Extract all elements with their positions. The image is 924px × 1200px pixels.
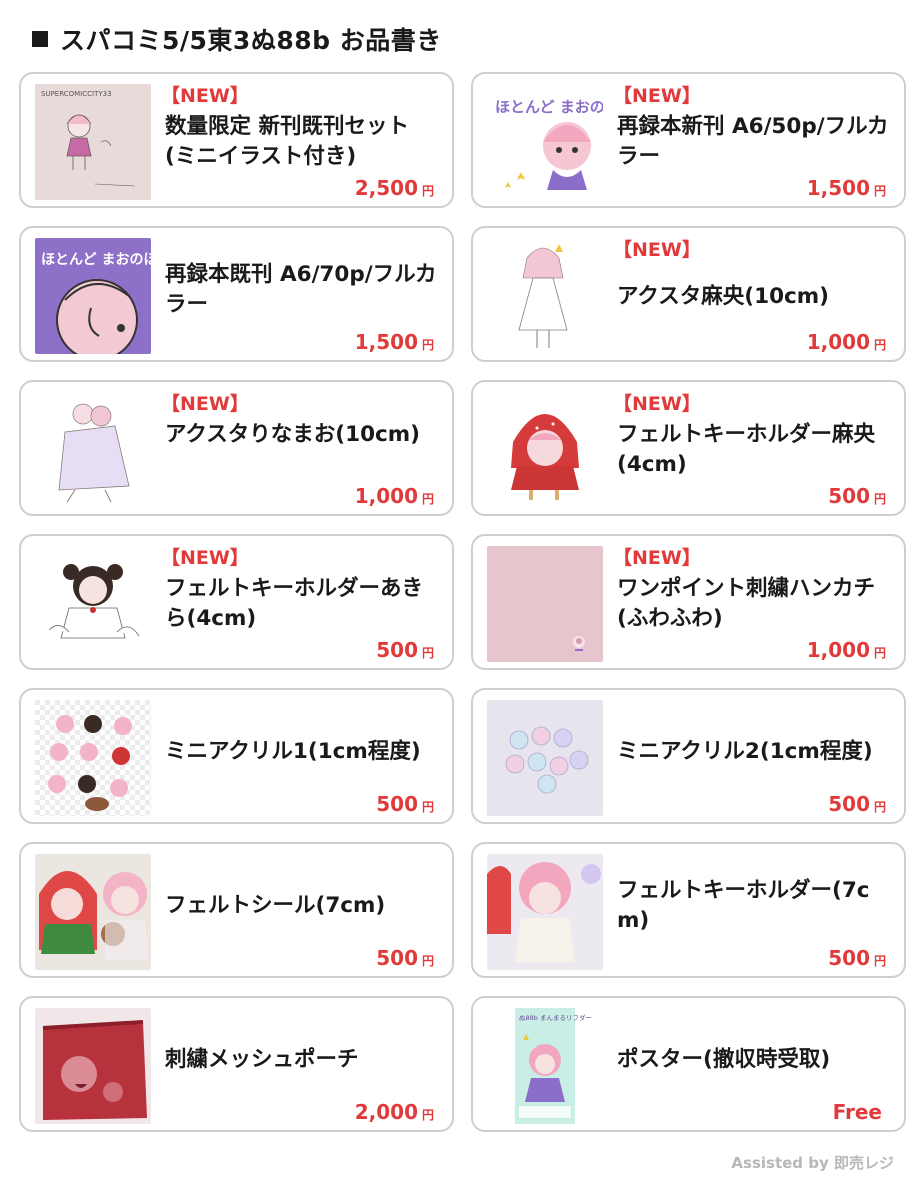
item-card[interactable]: ほとんど まおのほん 【NEW】 再録本新刊 A6/50p/フルカラー 1,50… [471,72,906,208]
yen-unit: 円 [421,800,434,814]
item-name: フェルトシール(7cm) [165,893,386,918]
item-name: アクスタりなまお(10cm) [165,422,421,447]
new-badge: 【NEW】 [161,547,249,569]
item-name: ミニアクリル1(1cm程度) [165,739,421,764]
price-value: 2,000 [354,1100,418,1124]
item-card[interactable]: フェルトキーホルダー(7cm) 500 円 [471,842,906,978]
acrylic-stand-rinamao-image [35,392,151,508]
mesh-pouch-image [35,1008,151,1124]
item-price: 500 円 [376,792,434,816]
book-cover-old-image: ほとんど まおのほん [35,238,151,354]
yen-unit: 円 [421,1108,434,1122]
item-name: フェルトキーホルダーあきら(4cm) [165,576,424,631]
item-card[interactable]: 【NEW】 アクスタ麻央(10cm) 1,000 円 [471,226,906,362]
svg-text:SUPERCOMICCITY33: SUPERCOMICCITY33 [41,90,112,98]
price-value: 500 [376,946,418,970]
item-name: フェルトキーホルダー麻央(4cm) [617,422,876,477]
new-badge: 【NEW】 [613,547,701,569]
item-card[interactable]: 【NEW】 フェルトキーホルダー麻央(4cm) 500 円 [471,380,906,516]
item-price: 1,000 円 [807,638,886,662]
item-price: Free [833,1100,886,1124]
item-card[interactable]: 【NEW】 ワンポイント刺繍ハンカチ(ふわふわ) 1,000 円 [471,534,906,670]
item-name: フェルトキーホルダー(7cm) [617,878,870,933]
yen-unit: 円 [873,954,886,968]
yen-unit: 円 [873,492,886,506]
item-card[interactable]: 刺繍メッシュポーチ 2,000 円 [19,996,454,1132]
item-price: 500 円 [828,946,886,970]
acrylic-stand-mao-image [487,238,603,354]
svg-text:ほとんど まおのほん: ほとんど まおのほん [495,98,603,116]
yen-unit: 円 [873,800,886,814]
item-price: 2,500 円 [355,176,434,200]
item-card[interactable]: ミニアクリル2(1cm程度) 500 円 [471,688,906,824]
yen-unit: 円 [421,338,434,352]
item-price: 1,000 円 [355,484,434,508]
sketch-set-image: SUPERCOMICCITY33 [35,84,151,200]
new-badge: 【NEW】 [161,393,249,415]
new-badge: 【NEW】 [613,85,701,107]
item-name: 再録本新刊 A6/50p/フルカラー [617,114,889,169]
item-name: アクスタ麻央(10cm) [617,284,829,309]
price-value: 1,500 [354,330,418,354]
item-price: 500 円 [376,638,434,662]
felt-sticker-image [35,854,151,970]
price-value: 1,500 [806,176,870,200]
yen-unit: 円 [873,646,886,660]
felt-keyholder-akira-image [35,546,151,662]
yen-unit: 円 [421,646,434,660]
item-card[interactable]: ほとんど まおのほん 再録本既刊 A6/70p/フルカラー 1,500円 [19,226,454,362]
poster-image: ぬ88b まんまるリフダー [487,1008,603,1124]
new-badge: 【NEW】 [613,239,701,261]
price-value: Free [832,1100,882,1124]
item-price: 2,000 円 [355,1100,434,1124]
item-name: ポスター(撤収時受取) [617,1047,831,1072]
square-bullet-icon [32,31,48,47]
item-grid: SUPERCOMICCITY33 【NEW】 数量限定 新刊既刊セット(ミニイラ… [19,72,906,1132]
svg-text:ぬ88b まんまるリフダー: ぬ88b まんまるリフダー [519,1013,592,1022]
price-value: 500 [376,792,418,816]
item-card[interactable]: SUPERCOMICCITY33 【NEW】 数量限定 新刊既刊セット(ミニイラ… [19,72,454,208]
item-price: 1,000 円 [807,330,886,354]
item-price: 1,500 円 [355,330,434,354]
felt-keyholder-7cm-image [487,854,603,970]
yen-unit: 円 [421,492,434,506]
price-value: 1,000 [806,330,870,354]
item-card[interactable]: 【NEW】 フェルトキーホルダーあきら(4cm) 500 円 [19,534,454,670]
price-value: 500 [376,638,418,662]
mini-acrylic-1-image [35,700,151,816]
yen-unit: 円 [873,338,886,352]
felt-keyholder-mao-image [487,392,603,508]
item-name: ワンポイント刺繍ハンカチ(ふわふわ) [617,576,876,631]
price-value: 500 [828,792,870,816]
svg-text:ほとんど まおのほん: ほとんど まおのほん [41,252,151,268]
price-value: 2,500 [354,176,418,200]
item-card[interactable]: ミニアクリル1(1cm程度) 500 円 [19,688,454,824]
yen-unit: 円 [421,184,434,198]
item-price: 500 円 [828,792,886,816]
price-value: 1,000 [806,638,870,662]
item-card[interactable]: フェルトシール(7cm) 500 円 [19,842,454,978]
yen-unit: 円 [873,184,886,198]
item-name: 数量限定 新刊既刊セット(ミニイラスト付き) [165,114,409,169]
item-price: 500 円 [376,946,434,970]
item-card[interactable]: ぬ88b まんまるリフダー ポスター(撤収時受取) Free [471,996,906,1132]
price-value: 1,000 [354,484,418,508]
price-value: 500 [828,946,870,970]
item-name: 刺繍メッシュポーチ [165,1047,359,1072]
new-badge: 【NEW】 [161,85,249,107]
item-card[interactable]: 【NEW】 アクスタりなまお(10cm) 1,000 円 [19,380,454,516]
yen-unit: 円 [421,954,434,968]
item-name: 再録本既刊 A6/70p/フルカラー [165,262,437,317]
item-price: 1,500 円 [807,176,886,200]
mini-acrylic-2-image [487,700,603,816]
handkerchief-image [487,546,603,662]
item-price: 500 円 [828,484,886,508]
page-header: スパコミ5/5東3ぬ88b お品書き [32,22,442,56]
assisted-by-footer: Assisted by 即売レジ [731,1154,894,1172]
item-name: ミニアクリル2(1cm程度) [617,739,873,764]
new-badge: 【NEW】 [613,393,701,415]
page-title: スパコミ5/5東3ぬ88b お品書き [60,26,442,55]
book-cover-new-image: ほとんど まおのほん [487,84,603,200]
price-value: 500 [828,484,870,508]
